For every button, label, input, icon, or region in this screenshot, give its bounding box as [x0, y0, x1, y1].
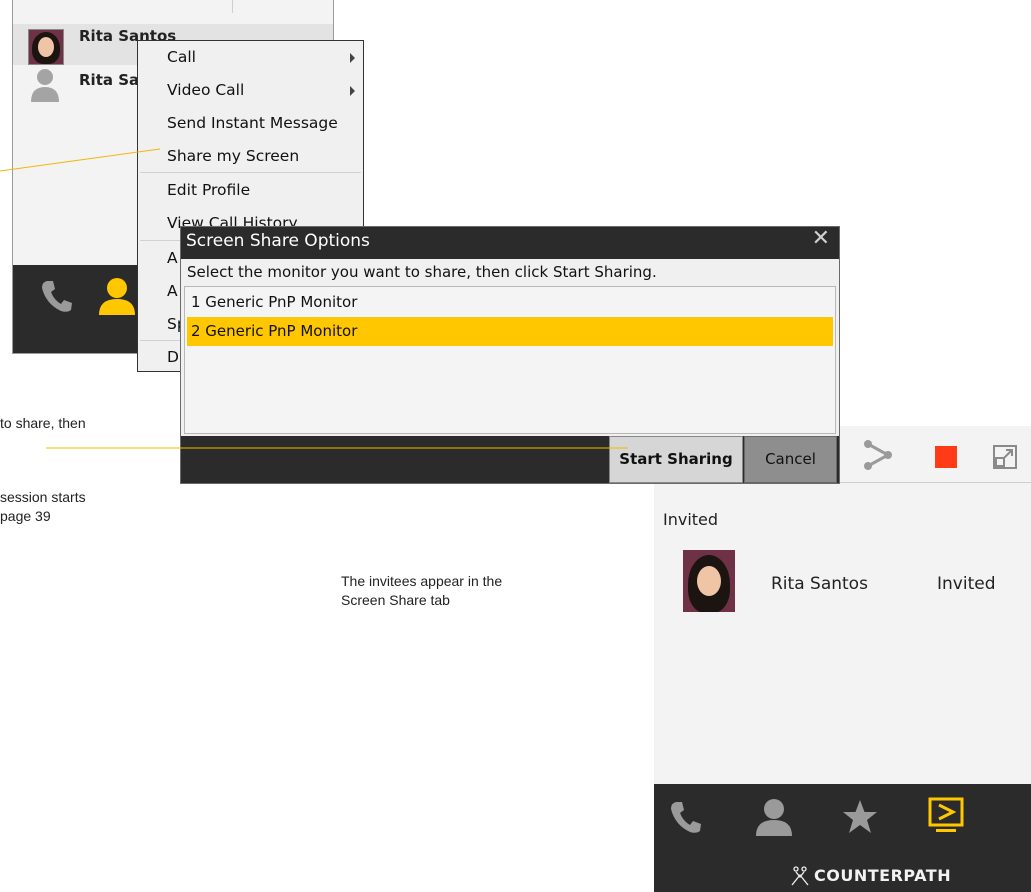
menu-item-edit-profile[interactable]: Edit Profile — [138, 174, 363, 207]
button-label: Start Sharing — [619, 450, 733, 468]
monitor-label: 1 Generic PnP Monitor — [191, 293, 358, 311]
screen-share-panel: Invited Rita Santos Invited COUNTERPATH — [654, 426, 1031, 892]
callout-line-text: session starts — [0, 489, 86, 505]
monitor-option[interactable]: 1 Generic PnP Monitor — [187, 288, 833, 317]
popout-icon[interactable] — [992, 444, 1018, 470]
contacts-icon[interactable] — [755, 798, 793, 836]
phone-icon[interactable] — [41, 279, 73, 313]
invited-section-header: Invited — [663, 510, 719, 529]
submenu-arrow-icon — [350, 86, 355, 96]
menu-item-label: Call — [167, 48, 196, 66]
menu-item-label: Send Instant Message — [167, 114, 338, 132]
close-icon[interactable]: ✕ — [812, 228, 830, 250]
phone-icon[interactable] — [670, 800, 702, 834]
monitor-label: 2 Generic PnP Monitor — [191, 322, 358, 340]
menu-separator — [140, 172, 361, 173]
screen-share-icon[interactable] — [928, 797, 964, 835]
cancel-button[interactable]: Cancel — [744, 436, 837, 483]
menu-item-send-im[interactable]: Send Instant Message — [138, 107, 363, 140]
screen-share-options-dialog: Screen Share Options ✕ Select the monito… — [180, 226, 840, 484]
menu-item-label: A — [167, 282, 178, 300]
start-sharing-button[interactable]: Start Sharing — [609, 436, 743, 483]
monitor-option-selected[interactable]: 2 Generic PnP Monitor — [187, 317, 833, 346]
invitee-avatar — [683, 550, 735, 612]
menu-item-label: Video Call — [167, 81, 245, 99]
callout-invitees-text: The invitees appear in the Screen Share … — [341, 572, 502, 610]
callout-line-text: page 39 — [0, 508, 51, 524]
menu-item-share-screen[interactable]: Share my Screen — [138, 140, 363, 173]
contact-avatar — [28, 29, 64, 65]
contact-name: Rita Sa — [79, 71, 140, 89]
share-icon[interactable] — [863, 440, 893, 470]
button-label: Cancel — [765, 450, 816, 468]
counterpath-logo-icon — [791, 866, 809, 886]
monitor-list: 1 Generic PnP Monitor 2 Generic PnP Moni… — [184, 286, 836, 434]
invitee-status: Invited — [937, 574, 996, 594]
callout-line-text: to share, then — [0, 415, 86, 431]
submenu-arrow-icon — [350, 53, 355, 63]
callout-line-text: Screen Share tab — [341, 592, 450, 608]
callout-share-text: to share, then — [0, 414, 86, 433]
menu-item-label: Edit Profile — [167, 181, 251, 199]
dialog-instruction: Select the monitor you want to share, th… — [187, 263, 657, 281]
brand-logo-text: COUNTERPATH — [814, 866, 952, 885]
menu-item-label: A — [167, 249, 178, 267]
divider — [232, 0, 233, 13]
stop-icon[interactable] — [935, 446, 957, 468]
person-icon — [31, 69, 59, 102]
menu-item-label: D — [167, 348, 179, 366]
callout-line-text: The invitees appear in the — [341, 573, 503, 589]
menu-item-call[interactable]: Call — [138, 41, 363, 74]
menu-item-label: Share my Screen — [167, 147, 300, 165]
menu-item-video-call[interactable]: Video Call — [138, 74, 363, 107]
contacts-icon[interactable] — [97, 277, 137, 315]
share-footer-bar: COUNTERPATH — [654, 784, 1031, 892]
callout-session-text: session starts page 39 — [0, 488, 86, 526]
dialog-title: Screen Share Options — [186, 231, 370, 251]
dialog-body: Select the monitor you want to share, th… — [181, 259, 839, 436]
invitee-name: Rita Santos — [771, 574, 868, 594]
favorites-icon[interactable] — [842, 799, 878, 835]
